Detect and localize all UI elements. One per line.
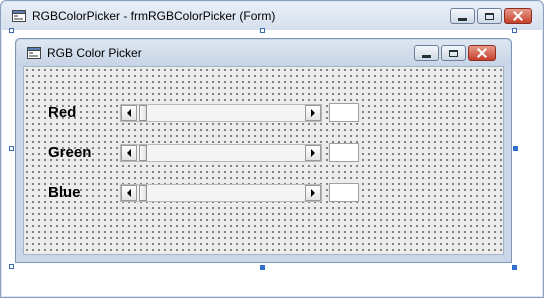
minimize-icon	[458, 17, 467, 21]
blue-row: Blue	[24, 183, 503, 203]
close-icon	[513, 11, 523, 21]
selection-handle-top[interactable]	[260, 28, 265, 33]
minimize-icon	[422, 54, 431, 58]
designer-minimize-button[interactable]	[450, 8, 475, 24]
arrow-left-icon	[127, 189, 131, 197]
designer-maximize-button[interactable]	[477, 8, 502, 24]
form-titlebar[interactable]: RGB Color Picker	[17, 40, 510, 66]
maximize-icon	[449, 49, 458, 57]
blue-value-textbox[interactable]	[329, 183, 359, 202]
selection-handle-bottom[interactable]	[260, 265, 265, 270]
red-scroll-right-button[interactable]	[305, 105, 321, 121]
green-scrollbar[interactable]	[120, 144, 322, 162]
form-design-surface[interactable]: Red Green Blue	[23, 66, 504, 255]
form-maximize-button[interactable]	[441, 45, 466, 61]
arrow-right-icon	[311, 109, 315, 117]
designer-window-title: RGBColorPicker - frmRGBColorPicker (Form…	[32, 9, 276, 23]
blue-scrollbar[interactable]	[120, 184, 322, 202]
green-scroll-right-button[interactable]	[305, 145, 321, 161]
arrow-left-icon	[127, 109, 131, 117]
green-scroll-thumb[interactable]	[139, 145, 147, 161]
red-scroll-thumb[interactable]	[139, 105, 147, 121]
close-icon	[477, 48, 487, 58]
red-scroll-left-button[interactable]	[121, 105, 137, 121]
form-close-button[interactable]	[468, 45, 496, 61]
selection-handle-bottom-left[interactable]	[9, 264, 14, 269]
form-minimize-button[interactable]	[414, 45, 439, 61]
arrow-right-icon	[311, 149, 315, 157]
arrow-left-icon	[127, 149, 131, 157]
form-icon	[27, 47, 41, 59]
blue-label: Blue	[48, 184, 81, 201]
green-value-textbox[interactable]	[329, 143, 359, 162]
green-label: Green	[48, 144, 92, 161]
blue-scroll-left-button[interactable]	[121, 185, 137, 201]
designer-caption-buttons	[450, 8, 532, 24]
form-window[interactable]: RGB Color Picker Red Green Blue	[15, 38, 512, 263]
red-scroll-track[interactable]	[137, 105, 305, 121]
form-title: RGB Color Picker	[47, 46, 142, 60]
green-scroll-left-button[interactable]	[121, 145, 137, 161]
red-row: Red	[24, 103, 503, 123]
selection-handle-left[interactable]	[9, 146, 14, 151]
selection-handle-top-right[interactable]	[512, 28, 517, 33]
blue-scroll-thumb[interactable]	[139, 185, 147, 201]
red-scrollbar[interactable]	[120, 104, 322, 122]
blue-scroll-right-button[interactable]	[305, 185, 321, 201]
green-scroll-track[interactable]	[137, 145, 305, 161]
selection-handle-bottom-right[interactable]	[512, 265, 517, 270]
form-icon	[12, 10, 26, 22]
selection-handle-right[interactable]	[513, 146, 518, 151]
designer-titlebar[interactable]: RGBColorPicker - frmRGBColorPicker (Form…	[2, 2, 542, 30]
selection-handle-top-left[interactable]	[9, 28, 14, 33]
red-label: Red	[48, 104, 77, 121]
maximize-icon	[485, 12, 494, 20]
green-row: Green	[24, 143, 503, 163]
arrow-right-icon	[311, 189, 315, 197]
form-caption-buttons	[414, 45, 496, 61]
designer-close-button[interactable]	[504, 8, 532, 24]
red-value-textbox[interactable]	[329, 103, 359, 122]
blue-scroll-track[interactable]	[137, 185, 305, 201]
